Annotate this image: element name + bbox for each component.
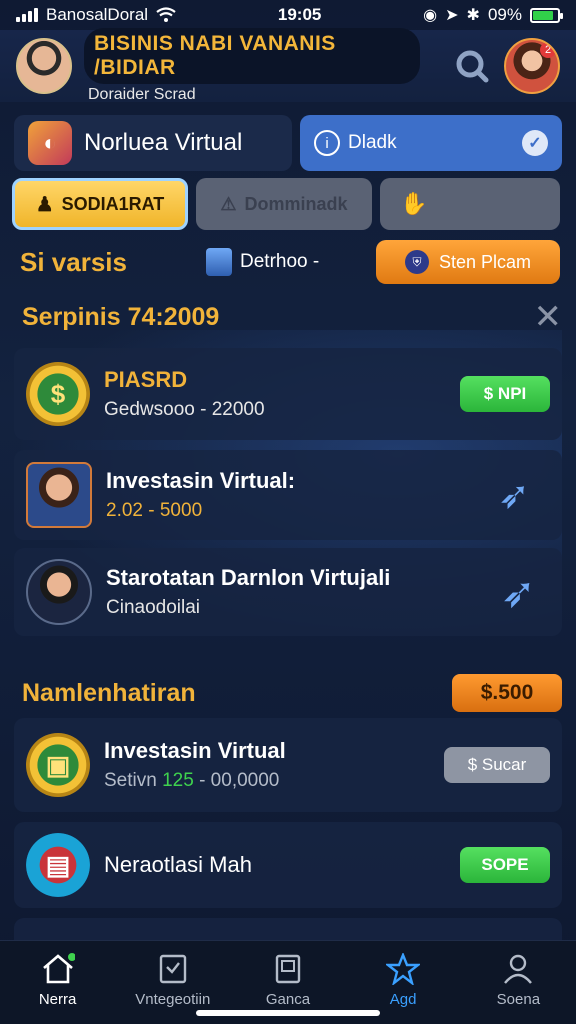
section-header-2: Namlenhatiran $.500 [22,674,562,712]
card-icon: ▤ [26,833,90,897]
nav-item-profile[interactable]: Soena [463,953,573,1008]
box-icon: ▣ [26,733,90,797]
nav-item-wallet[interactable]: Ganca [233,953,343,1008]
filter-dropdown-label: Detrhoo - [240,251,320,272]
nav-label: Agd [389,991,417,1008]
wifi-icon [156,7,176,22]
battery-percent: 09% [487,5,522,24]
app-header: BISINIS NABI VANANIS /BIDIAR Doraider Sc… [0,28,576,103]
battery-icon [529,7,563,23]
item-subtitle: Cinaodoilai [106,597,201,618]
item-title: PIASRD [104,367,188,392]
item-action-button[interactable]: SOPE [460,847,550,883]
nav-item-home[interactable]: Nerra [3,953,113,1008]
signal-icon [16,8,38,22]
info-icon: i [314,130,340,156]
notification-badge: 2 [540,42,556,58]
profile-avatar[interactable]: 2 [504,38,560,94]
search-icon [456,50,489,83]
list-item[interactable]: Starotatan Darnlon Virtujali Cinaodoilai… [14,548,562,636]
clock: 19:05 [277,5,322,24]
item-title: Starotatan Darnlon Virtujali [106,565,391,590]
section-title-1: Serpinis 74:2009 [22,302,220,331]
nav-label: Soena [496,991,541,1008]
app-logo-icon: ◐ [28,121,72,165]
app-title: BISINIS NABI VANANIS /BIDIAR [84,28,420,84]
wallet-icon [275,954,301,984]
search-button[interactable] [452,46,492,86]
database-icon [206,248,232,276]
tab-tertiary[interactable]: ✋ [380,178,560,230]
document-icon [159,954,186,984]
item-title: Neraotlasi Mah [104,852,252,877]
nav-label: Nerra [38,991,77,1008]
tab-secondary[interactable]: ⚠ Domminadk [196,178,372,230]
portrait-image [26,462,92,528]
user-avatar[interactable] [16,38,72,94]
list-item[interactable]: $ PIASRD Gedwsooo - 22000 $ NPI [14,348,562,440]
bottom-nav: Nerra Vntegeotiin Ganca Agd Soena [0,940,576,1024]
filter-label: Si varsis [20,246,127,277]
list-item[interactable]: ▣ Investasin Virtual Setivn 125 - 00,000… [14,718,562,812]
nav-label: Vntegeotiin [135,991,211,1008]
warning-icon: ⚠ [220,193,237,214]
item-subtitle-highlight: 125 [162,770,194,791]
item-subtitle: Setivn 125 - 00,0000 [104,770,430,792]
check-icon: ✓ [522,130,548,156]
dladk-panel[interactable]: i Dladk ✓ [300,115,562,171]
stem-button-label: Sten Plcam [438,251,532,272]
star-icon [386,953,421,985]
item-subtitle-suffix: - 00,0000 [199,770,280,791]
item-action-button[interactable]: $ NPI [460,376,550,412]
bluetooth-icon: ✱ [466,7,480,24]
list-item[interactable]: ▤ Neraotlasi Mah SOPE [14,822,562,908]
user-icon [504,954,533,984]
nav-item-favorites[interactable]: Agd [348,953,458,1008]
dladk-panel-label: Dladk [348,132,397,153]
filter-dropdown[interactable]: Detrhoo - [206,248,376,276]
home-indicator [196,1010,380,1016]
status-bar: BanosalDoral 19:05 ◉ ➤ ✱ 09% [0,0,576,30]
rocket-icon: ➶ [498,474,530,517]
virtual-panel-label: Norluea Virtual [84,129,243,156]
item-title: Investasin Virtual: [106,468,296,493]
tab-secondary-label: Domminadk [244,193,348,214]
rocket-icon: ➶ [500,568,536,616]
hand-icon: ✋ [400,191,428,216]
list-item[interactable]: Investasin Virtual: 2.02 - 5000 ➶ [14,450,562,540]
nav-label: Ganca [265,991,311,1008]
nav-item-documents[interactable]: Vntegeotiin [118,953,228,1008]
stem-button[interactable]: ⛨ Sten Plcam [376,240,560,284]
tab-primary-label: SODIA1RAT [61,193,165,214]
person-icon: ♟ [35,193,54,216]
item-title: Investasin Virtual [104,738,286,763]
carrier-label: BanosalDoral [46,5,149,24]
item-subtitle: 2.02 - 5000 [106,500,203,521]
item-subtitle: Gedwsooo - 22000 [104,399,265,420]
app-subtitle: Doraider Scrad [88,86,196,103]
alarm-icon: ◉ [423,7,438,24]
location-icon: ➤ [445,7,459,24]
section-header-1: Serpinis 74:2009 ✕ [22,300,562,334]
item-subtitle-prefix: Setivn [104,770,157,791]
virtual-panel[interactable]: ◐ Norluea Virtual [14,115,292,171]
close-icon[interactable]: ✕ [534,300,563,334]
item-action-button[interactable]: $ Sucar [444,747,550,783]
shield-icon: ⛨ [404,250,429,274]
home-icon [42,953,75,984]
tab-primary[interactable]: ♟ SODIA1RAT [12,178,188,230]
price-badge[interactable]: $.500 [452,674,562,712]
portrait-image [26,559,92,625]
coin-icon: $ [26,362,90,426]
section-title-2: Namlenhatiran [22,678,196,707]
